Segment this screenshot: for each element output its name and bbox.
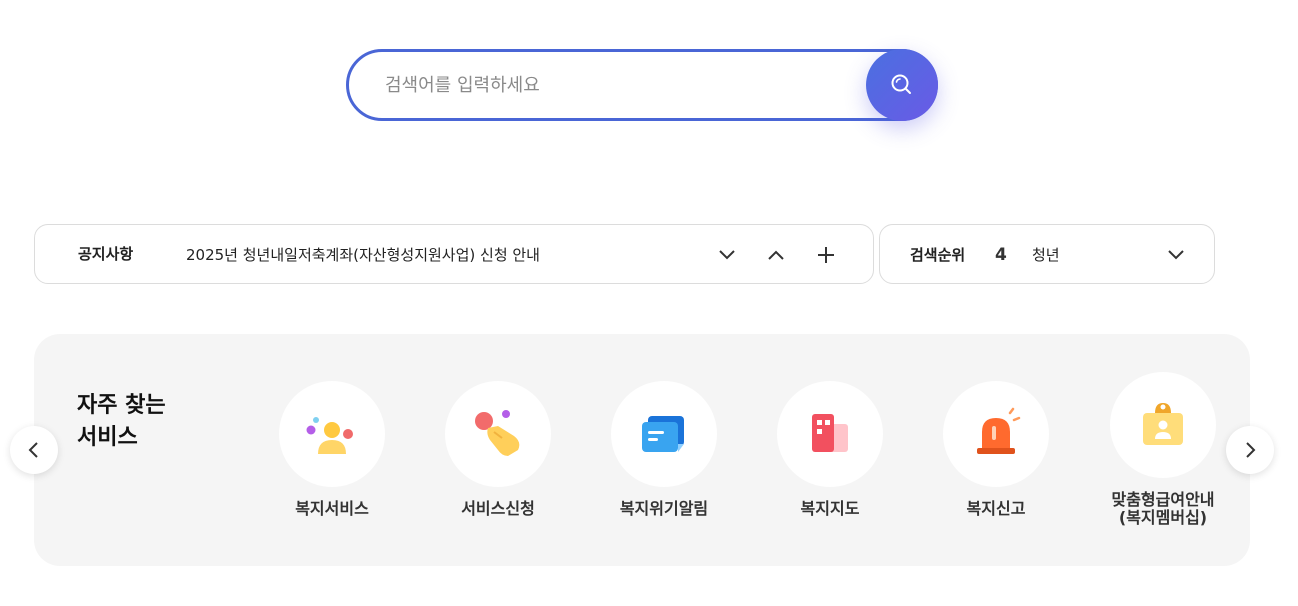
service-icon-circle — [1110, 372, 1216, 478]
notice-text[interactable]: 2025년 청년내일저축계좌(자산형성지원사업) 신청 안내 — [186, 225, 540, 285]
service-apply[interactable]: 서비스신청 — [415, 381, 581, 518]
service-label: 맞춤형급여안내 (복지멤버십) — [1111, 490, 1215, 527]
search-rank-bar: 검색순위 4 청년 — [879, 224, 1215, 284]
service-label: 복지서비스 — [295, 499, 369, 518]
service-welfare-map[interactable]: 복지지도 — [747, 381, 913, 518]
search-rank-expand-button[interactable] — [1162, 241, 1190, 269]
building-map-icon — [812, 414, 848, 452]
notice-more-button[interactable] — [812, 241, 840, 269]
membership-badge-icon — [1143, 403, 1183, 445]
notice-label: 공지사항 — [78, 245, 134, 263]
service-label: 서비스신청 — [461, 499, 535, 518]
service-label: 복지위기알림 — [619, 499, 709, 518]
search-icon — [891, 74, 911, 94]
service-report[interactable]: 복지신고 — [913, 381, 1079, 518]
service-icon-circle — [777, 381, 883, 487]
service-crisis-alert[interactable]: 복지위기알림 — [581, 381, 747, 518]
search-rank-label: 검색순위 — [910, 246, 966, 264]
notice-next-button[interactable] — [713, 241, 741, 269]
service-icon-circle — [279, 381, 385, 487]
search-input[interactable] — [385, 52, 855, 118]
service-icon-circle — [943, 381, 1049, 487]
frequent-services-title: 자주 찾는 서비스 — [77, 393, 166, 450]
service-membership[interactable]: 맞춤형급여안내 (복지멤버십) — [1080, 372, 1246, 527]
chevron-down-icon — [719, 250, 735, 260]
service-label: 복지신고 — [966, 499, 1026, 518]
notice-bar: 공지사항 2025년 청년내일저축계좌(자산형성지원사업) 신청 안내 — [34, 224, 874, 284]
search-rank-keyword[interactable]: 청년 — [1032, 225, 1060, 285]
message-icon — [642, 416, 684, 452]
service-welfare-services[interactable]: 복지서비스 — [249, 381, 415, 518]
search-rank-number: 4 — [995, 245, 1007, 265]
notice-prev-button[interactable] — [762, 241, 790, 269]
hand-click-icon — [475, 410, 520, 456]
siren-icon — [977, 407, 1021, 454]
search-button[interactable] — [866, 49, 938, 121]
chevron-down-icon — [1168, 250, 1184, 260]
service-icon-circle — [445, 381, 551, 487]
service-label: 복지지도 — [800, 499, 860, 518]
plus-icon — [818, 247, 834, 263]
chevron-left-icon — [28, 442, 38, 458]
people-icon — [306, 417, 353, 454]
chevron-up-icon — [768, 250, 784, 260]
search-box — [346, 49, 938, 121]
services-prev-button[interactable] — [10, 426, 58, 474]
service-icon-circle — [611, 381, 717, 487]
